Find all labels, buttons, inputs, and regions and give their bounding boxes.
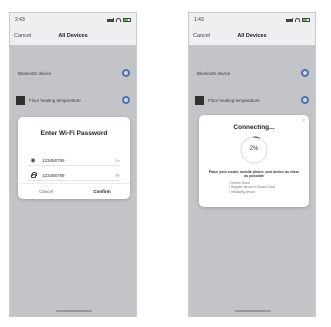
nav-bar: Cancel All Devices: [10, 27, 136, 45]
dialog-title: Enter Wi-Fi Password: [40, 130, 108, 137]
battery-icon: [302, 18, 310, 22]
change-network-action[interactable]: Re: [115, 158, 120, 163]
progress-percent: 2%: [249, 146, 259, 152]
connecting-dialog: × Connecting... 2% Place your router, mo…: [199, 115, 309, 207]
home-indicator: [235, 310, 271, 312]
wifi-status-icon: [295, 18, 300, 22]
status-bar: 2:43: [10, 13, 136, 27]
signal-icon: [286, 18, 293, 22]
eye-icon[interactable]: 👁: [115, 173, 120, 178]
connection-steps: Device found Register device to Smart Cl…: [229, 181, 301, 194]
ssid-value: 123456789: [42, 157, 65, 163]
wifi-password-dialog: Enter Wi-Fi Password ◉ 123456789 Re 1234…: [18, 117, 130, 199]
dialog-buttons: Cancel Confirm: [18, 183, 130, 199]
dialog-title: Connecting...: [233, 124, 275, 131]
home-indicator: [56, 310, 92, 312]
status-bar: 1:43: [189, 13, 315, 27]
confirm-button[interactable]: Confirm: [74, 184, 130, 199]
status-icons: [107, 18, 131, 22]
status-time: 2:43: [15, 17, 25, 23]
connection-hint: Place your router, mobile phone, and dev…: [208, 170, 300, 179]
phone-screen-right: 1:43 Cancel All Devices Bluetooth device…: [188, 12, 316, 317]
wifi-icon: ◉: [30, 157, 36, 164]
lock-icon: [28, 172, 38, 178]
battery-icon: [123, 18, 131, 22]
nav-title: All Devices: [237, 33, 267, 39]
cancel-button[interactable]: Cancel: [18, 184, 74, 199]
phone-screen-left: 2:43 Cancel All Devices Bluetooth device…: [9, 12, 137, 317]
password-value: 123456789: [42, 172, 65, 178]
wifi-ssid-field[interactable]: ◉ 123456789 Re: [28, 155, 120, 166]
nav-bar: Cancel All Devices: [189, 27, 315, 45]
nav-title: All Devices: [58, 33, 88, 39]
status-icons: [286, 18, 310, 22]
wifi-password-field[interactable]: 123456789 👁: [28, 170, 120, 181]
signal-icon: [107, 18, 114, 22]
status-time: 1:43: [194, 17, 204, 23]
step-item: Initializing device: [229, 190, 301, 194]
wifi-status-icon: [116, 18, 121, 22]
